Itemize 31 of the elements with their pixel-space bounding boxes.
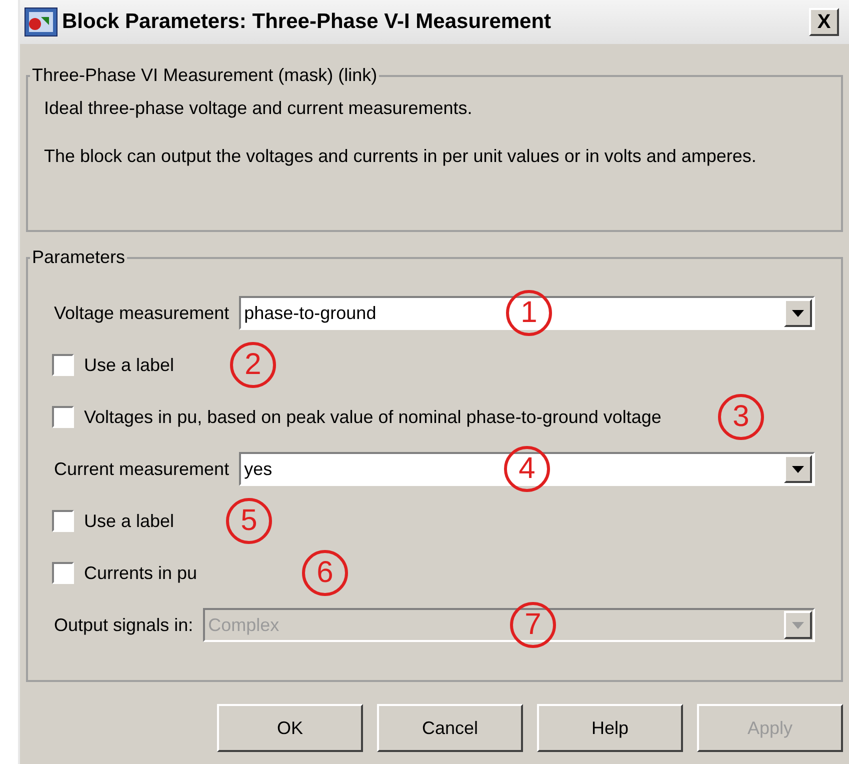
dropdown-value: Complex xyxy=(207,614,280,637)
checkbox-label: Voltages in pu, based on peak value of nominal phase-to-ground voltage xyxy=(84,406,662,429)
number-marker: 6 xyxy=(302,550,348,596)
number-marker: 3 xyxy=(718,394,764,440)
number-marker: 1 xyxy=(506,290,552,336)
checkbox-label: Use a label xyxy=(84,510,174,532)
description-text: The block can output the voltages and currents in per unit values or in volts and amperes. xyxy=(44,145,758,168)
dialog-button[interactable]: Help xyxy=(537,704,683,752)
number-marker: 7 xyxy=(510,602,556,648)
checkbox[interactable] xyxy=(52,406,74,428)
field-label: Current measurement xyxy=(54,458,230,480)
field-label: Voltage measurement xyxy=(54,302,230,325)
window-title: Block Parameters: Three-Phase V-I Measurement xyxy=(62,9,552,36)
checkbox[interactable] xyxy=(52,510,74,532)
checkbox[interactable] xyxy=(52,562,74,584)
dialog-button[interactable]: OK xyxy=(217,704,363,752)
dropdown-value: yes xyxy=(243,458,274,481)
app-icon xyxy=(24,7,58,37)
group-title: Parameters xyxy=(31,246,126,269)
close-button[interactable]: X xyxy=(809,8,839,36)
dropdown-value: phase-to-ground xyxy=(243,302,378,325)
dialog-button[interactable]: Cancel xyxy=(377,704,523,752)
group-title: Three-Phase VI Measurement (mask) (link) xyxy=(31,64,378,87)
description-text: Ideal three-phase voltage and current measurements. xyxy=(44,97,474,120)
number-marker: 5 xyxy=(226,498,272,544)
checkbox-label: Currents in pu xyxy=(84,562,198,585)
field-label: Output signals in: xyxy=(54,614,194,637)
checkbox[interactable] xyxy=(52,354,74,376)
number-marker: 4 xyxy=(504,446,550,492)
checkbox-label: Use a label xyxy=(84,354,174,376)
number-marker: 2 xyxy=(230,342,276,388)
